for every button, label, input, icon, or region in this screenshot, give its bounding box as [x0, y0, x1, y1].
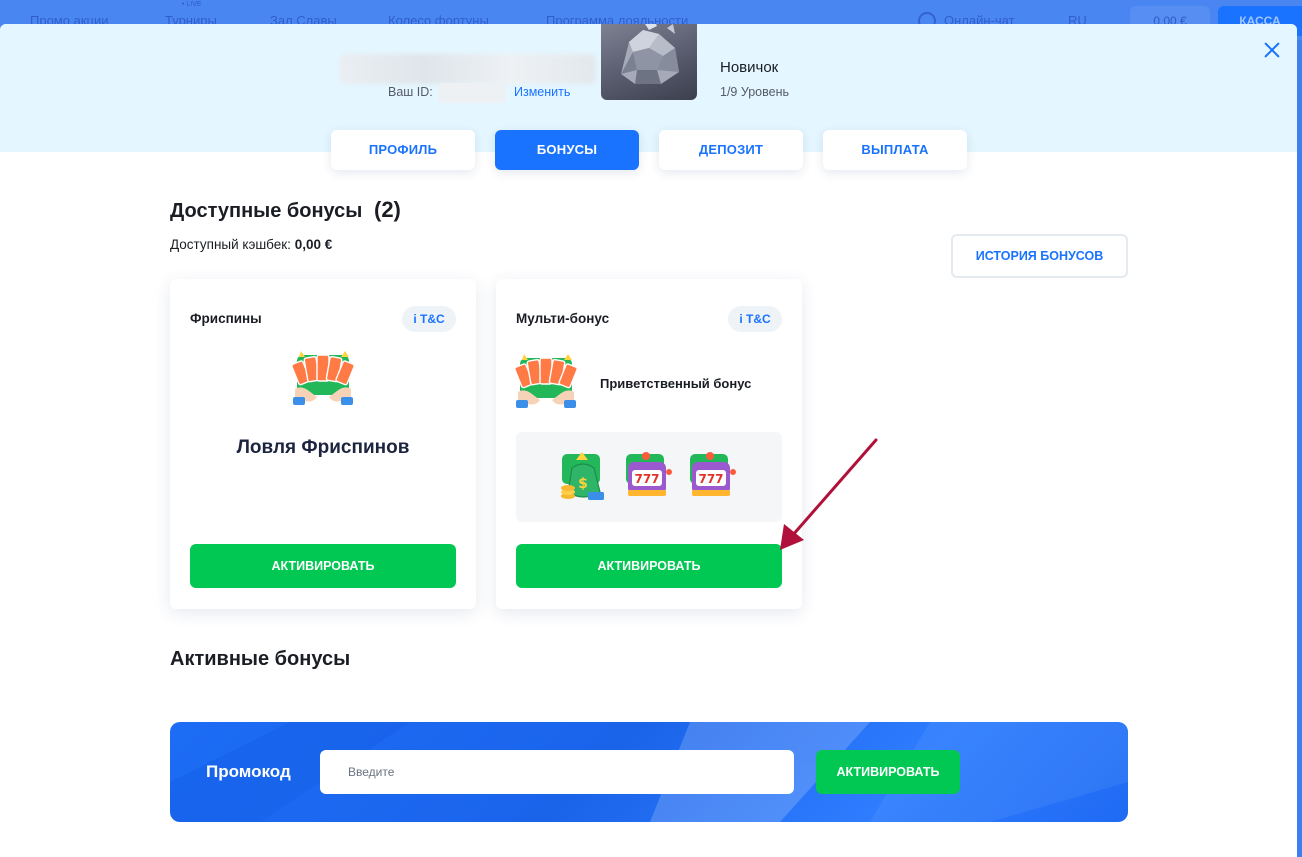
- level-progress: 1/9 Уровень: [720, 85, 790, 99]
- cards-fan-icon: [291, 351, 355, 405]
- cashback-value: 0,00 €: [294, 237, 333, 252]
- svg-text:$: $: [578, 476, 588, 492]
- change-link[interactable]: Изменить: [514, 85, 570, 99]
- activate-freespins-button[interactable]: АКТИВИРОВАТЬ: [190, 544, 456, 588]
- slot-machine-icon: 777: [690, 452, 736, 496]
- rock-level-icon: [621, 24, 679, 84]
- cards-fan-icon: [514, 354, 578, 408]
- tc-info-button[interactable]: i T&C: [402, 306, 456, 332]
- username-blurred: [340, 54, 596, 84]
- bonus-history-button[interactable]: ИСТОРИЯ БОНУСОВ: [951, 234, 1128, 278]
- svg-text:777: 777: [698, 472, 723, 486]
- live-badge: • LIVE: [182, 1, 202, 8]
- promo-code-panel: Промокод АКТИВИРОВАТЬ: [170, 722, 1128, 822]
- bonus-gifts-panel: $ 777 777: [516, 432, 782, 522]
- close-icon[interactable]: [1262, 40, 1282, 60]
- available-bonuses-title: Доступные бонусы: [170, 200, 363, 222]
- activate-multibonus-button[interactable]: АКТИВИРОВАТЬ: [516, 544, 782, 588]
- annotation-arrow-icon: [780, 438, 878, 550]
- bonus-card-multibonus: Мульти-бонус i T&C Приветственный бонус: [496, 279, 802, 609]
- active-bonuses-title: Активные бонусы: [170, 648, 351, 670]
- card-title: Фриспины: [190, 311, 262, 326]
- available-bonuses-count: (2): [374, 197, 401, 222]
- cashback-label: Доступный кэшбек:: [170, 237, 291, 252]
- cashback-line: Доступный кэшбек: 0,00 €: [170, 237, 332, 252]
- tc-info-button[interactable]: i T&C: [728, 306, 782, 332]
- promo-code-label: Промокод: [206, 762, 291, 781]
- promo-code-input[interactable]: [320, 750, 794, 794]
- card-title: Мульти-бонус: [516, 311, 610, 326]
- card-bonus-name: Ловля Фриспинов: [236, 437, 410, 458]
- welcome-bonus-label: Приветственный бонус: [600, 376, 752, 391]
- tab-withdrawal[interactable]: ВЫПЛАТА: [823, 130, 967, 170]
- bonus-card-freespins: Фриспины i T&C Ловля Фриспинов АКТИВИРОВ…: [170, 279, 476, 609]
- svg-text:777: 777: [634, 472, 659, 486]
- user-id-label: Ваш ID:: [388, 85, 433, 99]
- tab-profile[interactable]: ПРОФИЛЬ: [331, 130, 475, 170]
- tab-deposit[interactable]: ДЕПОЗИТ: [659, 130, 803, 170]
- money-bag-icon: $: [561, 452, 604, 500]
- profile-modal: Ваш ID: Изменить Новичок 1/9 Уровень ПРО…: [0, 24, 1297, 857]
- level-name: Новичок: [720, 59, 779, 76]
- user-id-blurred: [438, 83, 506, 103]
- slot-machine-icon: 777: [626, 452, 672, 496]
- promo-activate-button[interactable]: АКТИВИРОВАТЬ: [816, 750, 960, 794]
- level-avatar: [601, 24, 697, 100]
- tab-bonuses[interactable]: БОНУСЫ: [495, 130, 639, 170]
